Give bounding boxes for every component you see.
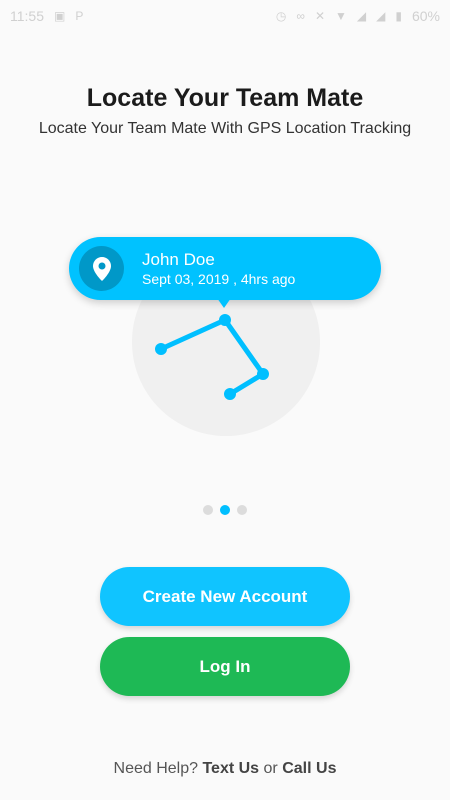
status-time: 11:55 xyxy=(10,8,44,24)
teammate-timestamp: Sept 03, 2019 , 4hrs ago xyxy=(142,271,296,287)
teammate-name: John Doe xyxy=(142,250,215,269)
call-us-link[interactable]: Call Us xyxy=(282,760,336,777)
location-pin-icon xyxy=(79,246,124,291)
login-button[interactable]: Log In xyxy=(100,637,350,696)
link-icon: ∞ xyxy=(296,9,305,23)
page-dot[interactable] xyxy=(203,505,213,515)
battery-level: 60% xyxy=(411,8,440,24)
card-pointer xyxy=(217,298,231,308)
battery-icon: ▮ xyxy=(395,9,402,23)
parking-icon: P xyxy=(75,9,84,23)
help-prefix: Need Help? xyxy=(113,760,199,777)
alarm-icon: ◷ xyxy=(275,9,287,23)
help-footer: Need Help? Text Us or Call Us xyxy=(0,760,450,778)
create-account-button[interactable]: Create New Account xyxy=(100,567,350,626)
wifi-icon: ▼ xyxy=(335,9,347,23)
page-dot-active[interactable] xyxy=(220,505,230,515)
page-dot[interactable] xyxy=(237,505,247,515)
help-or: or xyxy=(263,760,278,777)
page-indicator xyxy=(0,505,450,515)
page-title: Locate Your Team Mate xyxy=(86,84,364,112)
image-icon: ▣ xyxy=(54,9,66,23)
teammate-location-card: John Doe Sept 03, 2019 , 4hrs ago xyxy=(69,237,381,300)
status-bar: 11:55 ▣ P ◷ ∞ ✕ ▼ ◢ ◢ ▮ 60% xyxy=(0,0,450,32)
text-us-link[interactable]: Text Us xyxy=(202,760,259,777)
signal-icon: ◢ xyxy=(356,9,367,23)
page-subtitle: Locate Your Team Mate With GPS Location … xyxy=(38,120,412,137)
mute-icon: ✕ xyxy=(314,9,325,23)
signal-icon-2: ◢ xyxy=(376,9,386,23)
